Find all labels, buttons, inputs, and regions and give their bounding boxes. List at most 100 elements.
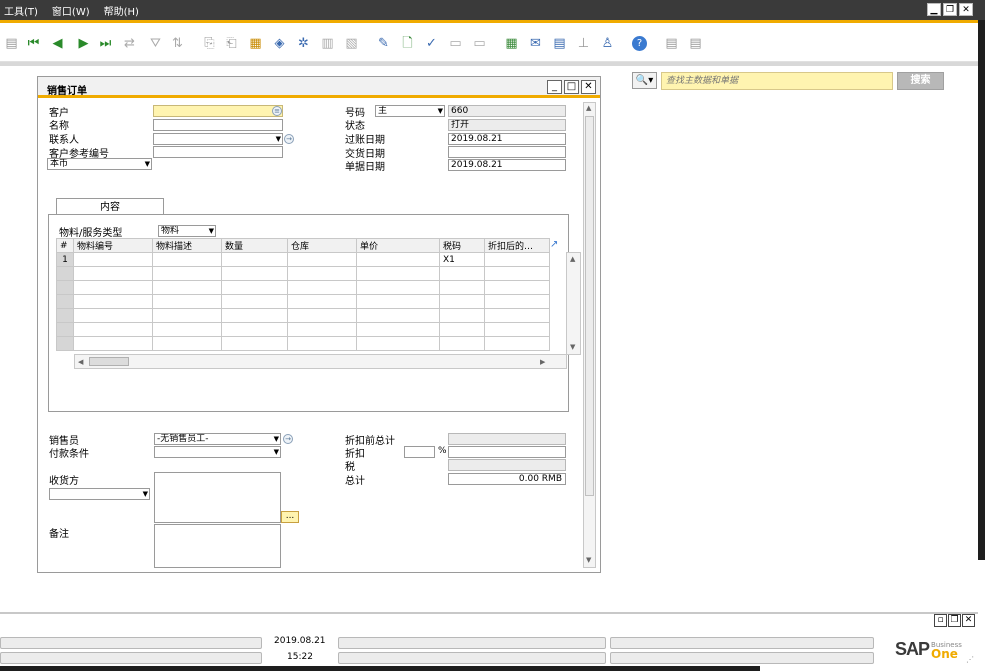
bottom-minimize-button[interactable]: ▫: [934, 614, 947, 627]
contact-dropdown[interactable]: ▼: [153, 133, 283, 145]
column-header-quantity[interactable]: 数量: [221, 238, 288, 253]
sales-employee-dropdown[interactable]: -无销售员工- ▼: [154, 433, 281, 445]
next-record-icon[interactable]: ▶: [76, 36, 91, 51]
scroll-up-icon[interactable]: ▲: [586, 104, 591, 112]
scroll-right-icon[interactable]: ▶: [540, 358, 545, 366]
remarks-field[interactable]: [154, 524, 281, 568]
target-document-icon[interactable]: ◈: [272, 36, 287, 51]
message-icon[interactable]: ▭: [448, 36, 463, 51]
payment-terms-dropdown[interactable]: ▼: [154, 446, 281, 458]
document-date-field[interactable]: 2019.08.21: [448, 159, 566, 171]
document-list-icon[interactable]: ▤: [4, 36, 19, 51]
mail-icon[interactable]: ✉: [528, 36, 543, 51]
settings-doc-icon[interactable]: ▤: [664, 36, 679, 51]
item-desc-cell[interactable]: [152, 252, 222, 267]
bottom-close-button[interactable]: ✕: [962, 614, 975, 627]
after-discount-cell[interactable]: [484, 252, 550, 267]
grid-vertical-scrollbar[interactable]: ▲ ▼: [566, 252, 581, 355]
ship-to-address[interactable]: [154, 472, 281, 523]
table-row[interactable]: [56, 308, 550, 323]
edit-icon[interactable]: ✎: [376, 36, 391, 51]
form-scroll-thumb[interactable]: [585, 116, 594, 496]
menu-help[interactable]: 帮助(H): [104, 3, 139, 18]
calendar-icon[interactable]: ▦: [504, 36, 519, 51]
relationship-map-icon[interactable]: ✲: [296, 36, 311, 51]
scroll-down-icon[interactable]: ▼: [586, 556, 591, 564]
discount-percent-field[interactable]: [404, 446, 435, 458]
resize-grip-icon[interactable]: ⋰: [966, 655, 974, 664]
warehouse-cell[interactable]: [287, 252, 357, 267]
form-vertical-scrollbar[interactable]: ▲ ▼: [583, 102, 596, 568]
form-maximize-button[interactable]: □: [564, 80, 579, 94]
ship-to-dropdown[interactable]: ▼: [49, 488, 150, 500]
search-input[interactable]: [661, 72, 893, 90]
form-close-button[interactable]: ✕: [581, 80, 596, 94]
number-field[interactable]: 660: [448, 105, 566, 117]
history-icon[interactable]: ▧: [344, 36, 359, 51]
menu-tools[interactable]: 工具(T): [4, 3, 38, 18]
number-series-dropdown[interactable]: 主 ▼: [375, 105, 445, 117]
tax-code-cell[interactable]: X1: [439, 252, 485, 267]
user-icon[interactable]: ♙: [600, 36, 615, 51]
form-settings-icon[interactable]: ▤: [688, 36, 703, 51]
column-header-warehouse[interactable]: 仓库: [287, 238, 357, 253]
column-header-item-no[interactable]: 物料编号: [73, 238, 153, 253]
column-header-rownum[interactable]: #: [56, 238, 74, 253]
contact-link-icon[interactable]: →: [284, 134, 294, 144]
bottom-restore-button[interactable]: ❐: [948, 614, 961, 627]
column-header-item-desc[interactable]: 物料描述: [152, 238, 222, 253]
unit-price-cell[interactable]: [356, 252, 440, 267]
table-row[interactable]: [56, 294, 550, 309]
first-record-icon[interactable]: ⏮: [26, 36, 41, 51]
report-icon[interactable]: ▤: [552, 36, 567, 51]
app-restore-button[interactable]: ❐: [943, 3, 957, 16]
column-header-after-discount[interactable]: 折扣后的…: [484, 238, 550, 253]
delivery-date-field[interactable]: [448, 146, 566, 158]
copy-to-icon[interactable]: ⎗: [224, 36, 239, 51]
currency-dropdown[interactable]: 本币 ▼: [47, 158, 152, 170]
previous-record-icon[interactable]: ◀: [50, 36, 65, 51]
discount-amount-field[interactable]: [448, 446, 566, 458]
base-document-icon[interactable]: ▦: [248, 36, 263, 51]
grid-horizontal-scrollbar[interactable]: ◀ ▶: [74, 354, 567, 369]
item-type-dropdown[interactable]: 物料 ▼: [158, 225, 216, 237]
journal-icon[interactable]: ▥: [320, 36, 335, 51]
name-field[interactable]: [153, 119, 283, 131]
form-titlebar[interactable]: 销售订单 _ □ ✕: [38, 77, 600, 98]
sort-icon[interactable]: ⇅: [170, 36, 185, 51]
search-scope-button[interactable]: 🔍▾: [632, 72, 657, 89]
customer-field[interactable]: [153, 105, 283, 117]
app-close-button[interactable]: ✕: [959, 3, 973, 16]
column-header-tax-code[interactable]: 税码: [439, 238, 485, 253]
sales-employee-link-icon[interactable]: →: [283, 434, 293, 444]
column-header-unit-price[interactable]: 单价: [356, 238, 440, 253]
message-reply-icon[interactable]: ▭: [472, 36, 487, 51]
table-row[interactable]: 1 X1: [56, 252, 550, 267]
expand-grid-icon[interactable]: ↗: [550, 239, 558, 250]
quantity-cell[interactable]: [221, 252, 288, 267]
approval-icon[interactable]: ✓: [424, 36, 439, 51]
filter-icon[interactable]: ⛛: [148, 36, 163, 51]
refresh-icon[interactable]: ⇄: [122, 36, 137, 51]
table-row[interactable]: [56, 336, 550, 351]
table-row[interactable]: [56, 322, 550, 337]
ship-to-details-button[interactable]: ...: [281, 511, 299, 523]
organization-icon[interactable]: ⊥: [576, 36, 591, 51]
customer-ref-field[interactable]: [153, 146, 283, 158]
app-minimize-button[interactable]: ▁: [927, 3, 941, 16]
table-row[interactable]: [56, 280, 550, 295]
last-record-icon[interactable]: ⏭: [98, 36, 113, 51]
form-minimize-button[interactable]: _: [547, 80, 562, 94]
scroll-left-icon[interactable]: ◀: [78, 358, 83, 366]
posting-date-field[interactable]: 2019.08.21: [448, 133, 566, 145]
scroll-up-icon[interactable]: ▲: [570, 255, 575, 263]
copy-from-icon[interactable]: ⎘: [202, 36, 217, 51]
scroll-down-icon[interactable]: ▼: [570, 343, 575, 351]
customer-choose-icon[interactable]: ≡: [272, 106, 282, 116]
search-button[interactable]: 搜索: [897, 72, 944, 90]
help-icon[interactable]: ?: [632, 36, 647, 51]
item-no-cell[interactable]: [73, 252, 153, 267]
horizontal-scroll-thumb[interactable]: [89, 357, 129, 366]
table-row[interactable]: [56, 266, 550, 281]
new-document-icon[interactable]: 🗋: [400, 36, 415, 51]
